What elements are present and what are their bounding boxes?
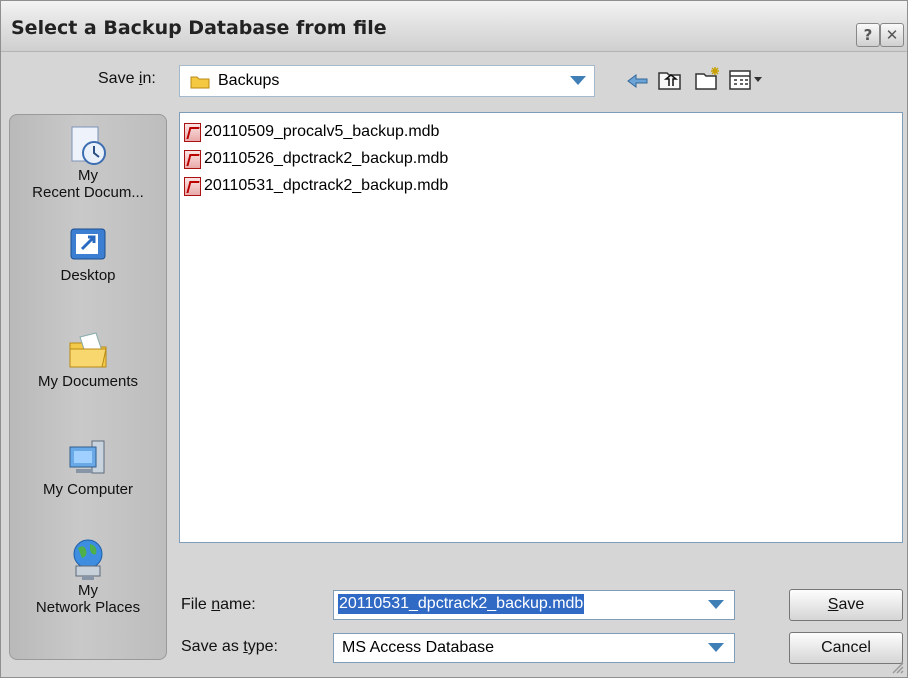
file-name: 20110526_dpctrack2_backup.mdb [204,150,449,167]
file-name-value: 20110531_dpctrack2_backup.mdb [338,594,585,614]
file-list[interactable]: 20110509_procalv5_backup.mdb 20110526_dp… [179,112,903,543]
close-button[interactable]: ✕ [880,23,904,47]
place-label-line1: My [78,582,98,599]
recent-documents-icon [66,123,110,167]
my-computer-icon [66,437,110,481]
new-folder-icon[interactable] [695,65,721,96]
place-label: My Computer [42,481,134,498]
dialog-window: Select a Backup Database from file ? ✕ S… [0,0,908,678]
resize-grip-icon[interactable] [891,661,905,677]
close-icon: ✕ [885,26,899,44]
place-my-documents[interactable]: My Documents [10,329,166,390]
place-desktop[interactable]: Desktop [10,223,166,284]
place-network-places[interactable]: My Network Places [10,538,166,616]
up-folder-icon[interactable] [658,69,682,96]
chevron-down-icon[interactable] [708,600,724,609]
file-name: 20110531_dpctrack2_backup.mdb [204,177,449,194]
dialog-title: Select a Backup Database from file [11,17,387,39]
back-icon[interactable] [625,71,649,96]
folder-icon [190,74,210,89]
desktop-icon [66,223,110,267]
help-icon: ? [863,26,873,44]
access-file-icon [184,150,201,169]
place-label-line2: Network Places [35,599,141,616]
place-label-line1: My [78,167,98,184]
my-documents-icon [66,329,110,373]
access-file-icon [184,177,201,196]
chevron-down-icon[interactable] [570,76,586,85]
chevron-down-icon[interactable] [708,643,724,652]
views-menu-icon[interactable] [729,69,769,96]
access-file-icon [184,123,201,142]
save-as-type-value: MS Access Database [342,639,495,656]
place-label: Desktop [60,267,116,284]
title-bar: Select a Backup Database from file ? ✕ [1,1,907,52]
place-my-computer[interactable]: My Computer [10,437,166,498]
save-button[interactable]: Save [789,589,903,621]
save-as-type-label: Save as type: [181,638,278,655]
save-in-label: Save in: [98,70,156,87]
file-name: 20110509_procalv5_backup.mdb [204,123,440,140]
help-button[interactable]: ? [856,23,880,47]
network-places-icon [66,538,110,582]
places-bar: My Recent Docum... Desktop My Documents … [9,114,167,660]
file-name-label: File name: [181,596,256,613]
save-as-type-dropdown[interactable]: MS Access Database [333,633,735,663]
cancel-button[interactable]: Cancel [789,632,903,664]
place-label-line2: Recent Docum... [32,184,144,201]
place-recent-documents[interactable]: My Recent Docum... [10,123,166,201]
file-name-input[interactable]: 20110531_dpctrack2_backup.mdb [333,590,735,620]
place-label: My Documents [37,373,139,390]
save-in-value: Backups [218,72,280,89]
save-in-dropdown[interactable]: Backups [179,65,595,97]
